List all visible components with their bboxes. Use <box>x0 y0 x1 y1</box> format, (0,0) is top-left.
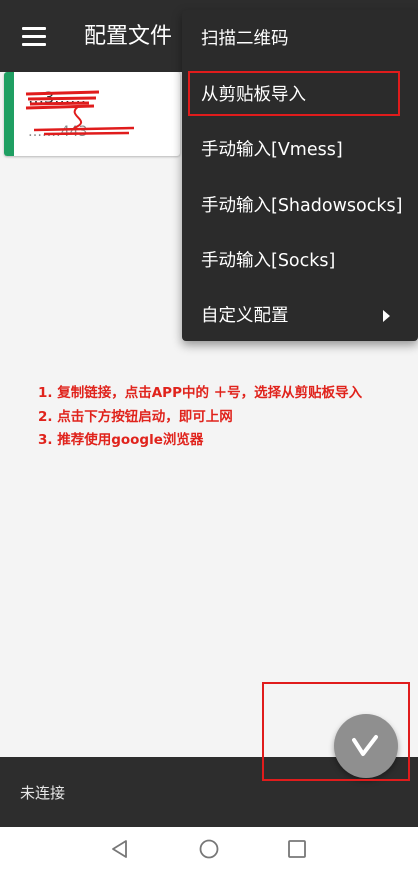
menu-item-label: 自定义配置 <box>201 306 289 326</box>
menu-item-label: 扫描二维码 <box>201 29 289 49</box>
home-icon[interactable] <box>199 839 219 859</box>
instruction-line: 3. 推荐使用google浏览器 <box>38 432 204 448</box>
menu-icon[interactable] <box>22 27 46 47</box>
navigation-bar <box>0 827 418 871</box>
annotation-box-clipboard <box>188 71 400 116</box>
instructions: 1. 复制链接，点击APP中的 ＋号，选择从剪贴板导入 2. 点击下方按钮启动，… <box>38 382 362 453</box>
connection-status: 未连接 <box>20 784 66 802</box>
menu-item-label: 手动输入[Vmess] <box>201 140 343 160</box>
redaction-scribble <box>25 90 135 136</box>
recent-apps-icon[interactable] <box>288 840 306 858</box>
page-title: 配置文件 <box>84 24 173 49</box>
menu-item-manual-shadowsocks[interactable]: 手动输入[Shadowsocks] <box>182 178 418 234</box>
menu-item-label: 手动输入[Shadowsocks] <box>201 196 403 216</box>
back-icon[interactable] <box>110 839 130 859</box>
menu-item-manual-socks[interactable]: 手动输入[Socks] <box>182 233 418 289</box>
menu-item-manual-vmess[interactable]: 手动输入[Vmess] <box>182 122 418 178</box>
profile-card[interactable]: …3…… ……:443 <box>4 72 180 156</box>
instruction-line: 1. 复制链接，点击APP中的 ＋号，选择从剪贴板导入 <box>38 385 363 401</box>
menu-item-custom-config[interactable]: 自定义配置 <box>182 288 418 344</box>
menu-item-label: 手动输入[Socks] <box>201 251 336 271</box>
instruction-line: 2. 点击下方按钮启动，即可上网 <box>38 408 233 425</box>
overflow-menu: 扫描二维码 从剪贴板导入 手动输入[Vmess] 手动输入[Shadowsock… <box>182 10 418 341</box>
annotation-box-connect <box>262 682 410 781</box>
submenu-arrow-icon <box>383 310 390 322</box>
menu-item-scan-qr[interactable]: 扫描二维码 <box>182 11 418 67</box>
